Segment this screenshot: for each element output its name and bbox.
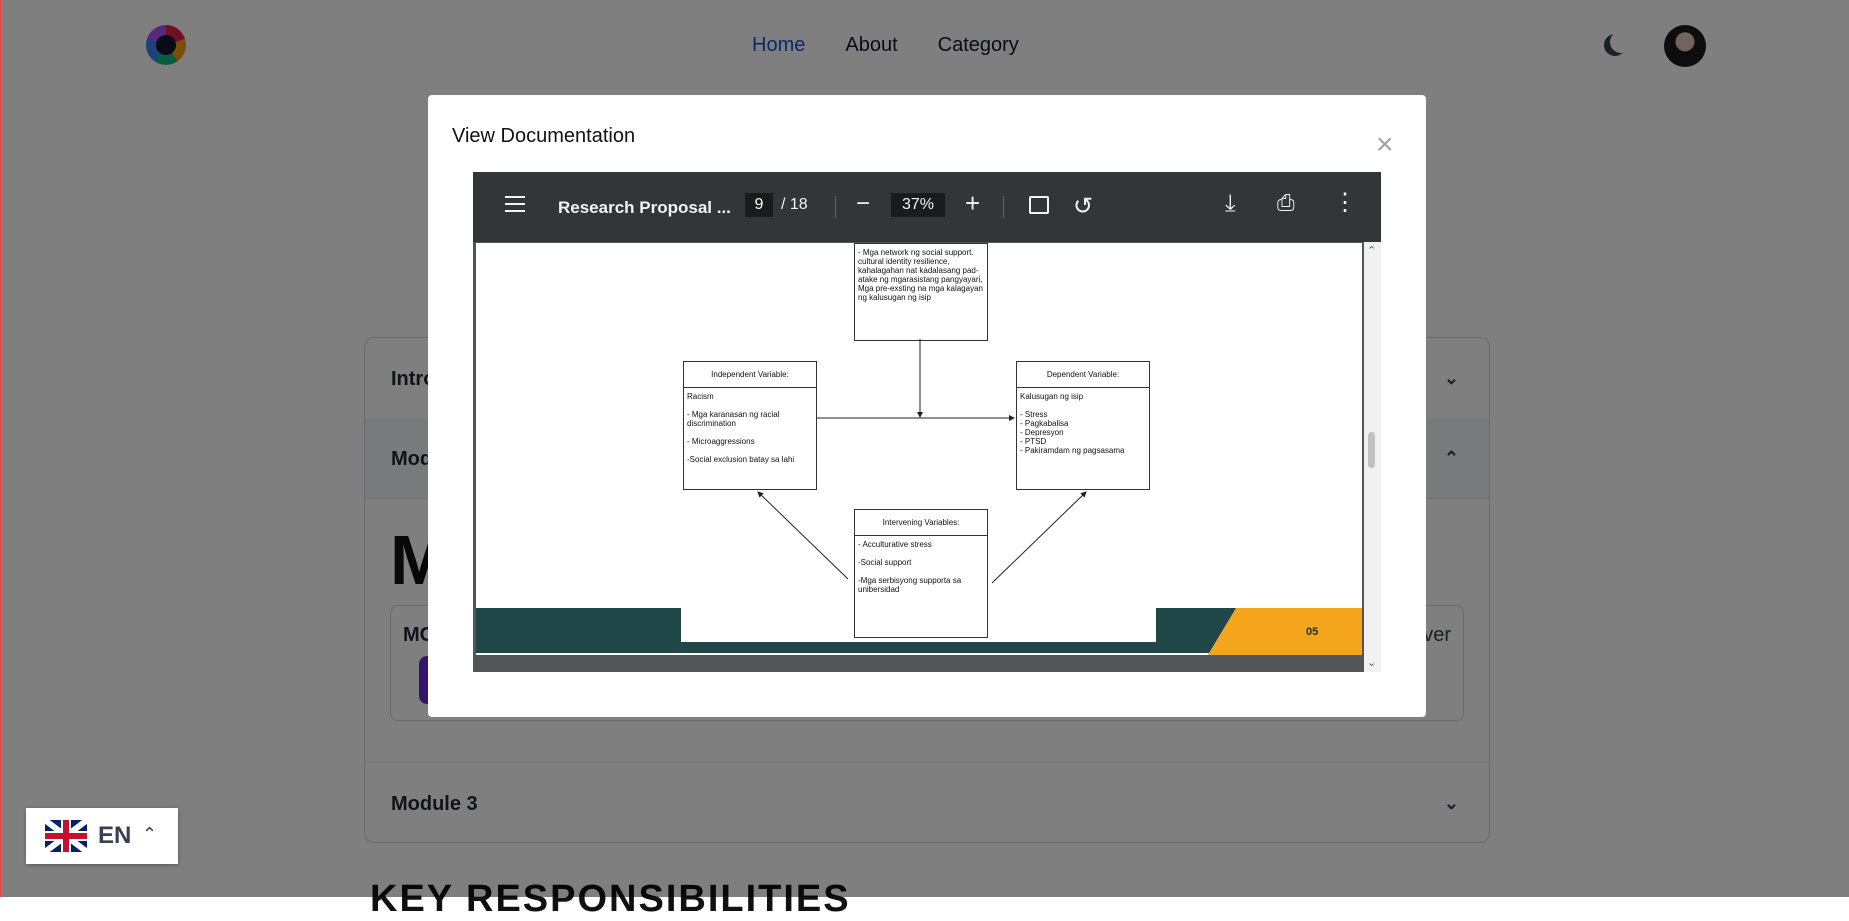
toolbar-divider (1003, 196, 1004, 218)
pdf-toolbar: Research Proposal ... 9 / 18 − 37% + ↺ ⤓… (473, 172, 1381, 242)
scroll-down-icon[interactable]: ⌄ (1367, 656, 1376, 669)
more-options-icon[interactable]: ⋮ (1333, 188, 1357, 217)
arrow-intervening-to-independent (757, 491, 849, 580)
page-number-input[interactable]: 9 (745, 193, 773, 217)
fit-to-page-icon[interactable] (1029, 196, 1049, 214)
download-icon[interactable]: ⤓ (1225, 190, 1236, 218)
arrow-intervening-to-dependent (991, 491, 1087, 584)
print-icon[interactable]: ⎙ (1277, 190, 1295, 216)
language-selector[interactable]: EN ⌃ (26, 808, 178, 864)
language-code: EN (98, 822, 132, 849)
toolbar-divider (835, 196, 836, 218)
pdf-viewer: Research Proposal ... 9 / 18 − 37% + ↺ ⤓… (473, 172, 1381, 672)
scroll-up-icon[interactable]: ⌃ (1367, 244, 1376, 257)
uk-flag-icon (45, 820, 87, 852)
page-total: / 18 (781, 196, 808, 213)
modal-title: View Documentation (452, 125, 636, 147)
scrollbar-thumb[interactable] (1368, 432, 1375, 468)
zoom-out-icon[interactable]: − (856, 190, 870, 218)
chevron-up-icon: ⌃ (142, 824, 158, 844)
menu-icon[interactable] (505, 196, 525, 212)
diagram-arrows (757, 339, 1087, 584)
zoom-level-input[interactable]: 37% (891, 193, 945, 217)
pdf-scrollbar[interactable]: ⌃ ⌄ (1364, 242, 1381, 672)
page-gap (476, 655, 1362, 666)
zoom-in-icon[interactable]: + (965, 188, 980, 219)
close-icon[interactable]: × (1376, 130, 1394, 160)
window-edge-line (0, 0, 1, 897)
rotate-icon[interactable]: ↺ (1073, 192, 1093, 221)
documentation-modal: View Documentation × Research Proposal .… (428, 95, 1426, 717)
pdf-page: - Mga network ng social support. cultura… (476, 243, 1362, 666)
pdf-document-title: Research Proposal ... (558, 198, 731, 217)
